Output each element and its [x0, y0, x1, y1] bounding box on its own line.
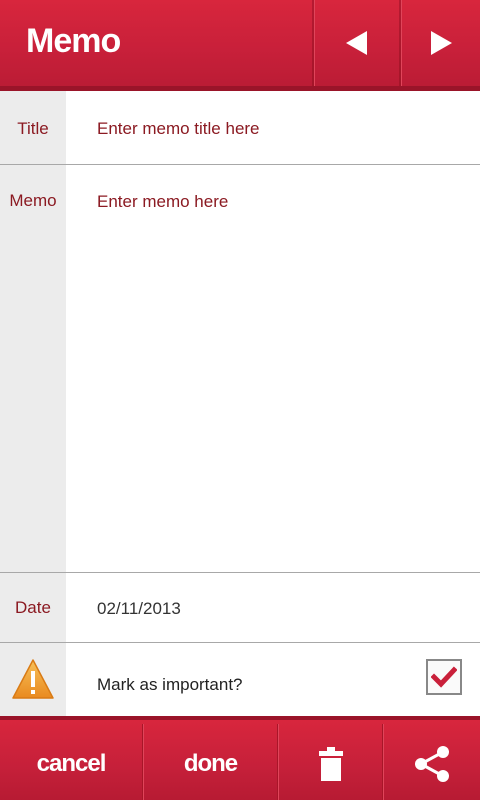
checkmark-icon: [431, 666, 457, 688]
divider: [0, 642, 480, 643]
divider: [0, 164, 480, 165]
mark-important-label: Mark as important?: [97, 675, 243, 694]
title-input[interactable]: Enter memo title here: [97, 119, 260, 139]
trash-icon: [318, 747, 343, 781]
label-column: [0, 91, 66, 716]
cancel-button[interactable]: cancel: [0, 724, 142, 800]
app-header: Memo: [0, 0, 480, 91]
memo-screen: Memo Title Enter memo title here Memo En…: [0, 0, 480, 800]
date-label: Date: [15, 598, 51, 617]
share-icon: [415, 746, 449, 782]
left-arrow-icon: [346, 31, 367, 55]
date-field[interactable]: 02/11/2013: [97, 599, 181, 619]
right-arrow-icon: [430, 31, 452, 55]
divider: [0, 572, 480, 573]
warning-icon: [11, 658, 55, 700]
delete-button[interactable]: [279, 724, 382, 800]
page-title: Memo: [26, 22, 121, 60]
memo-label: Memo: [9, 191, 57, 210]
memo-textarea[interactable]: Enter memo here: [97, 192, 457, 562]
previous-button[interactable]: [314, 0, 400, 86]
title-label: Title: [17, 119, 49, 138]
action-bar: cancel done: [0, 716, 480, 800]
next-button[interactable]: [401, 0, 480, 86]
important-checkbox[interactable]: [426, 659, 462, 695]
share-button[interactable]: [384, 724, 480, 800]
done-button[interactable]: done: [144, 724, 277, 800]
